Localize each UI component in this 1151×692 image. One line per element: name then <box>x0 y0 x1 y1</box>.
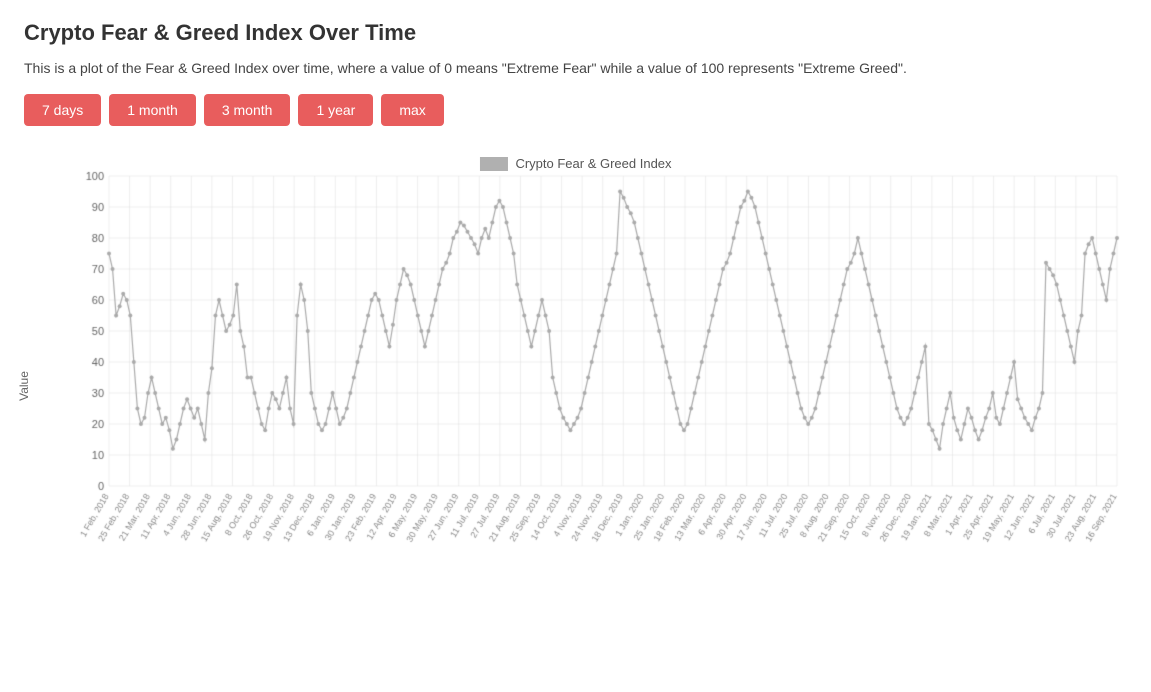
page-title: Crypto Fear & Greed Index Over Time <box>24 20 1127 46</box>
fear-greed-canvas <box>69 146 1127 566</box>
btn-3month[interactable]: 3 month <box>204 94 291 126</box>
btn-1year[interactable]: 1 year <box>298 94 373 126</box>
btn-max[interactable]: max <box>381 94 443 126</box>
chart-inner <box>69 146 1127 566</box>
btn-7days[interactable]: 7 days <box>24 94 101 126</box>
y-axis-label: Value <box>17 356 31 416</box>
btn-1month[interactable]: 1 month <box>109 94 196 126</box>
time-filter-group: 7 days 1 month 3 month 1 year max <box>24 94 1127 126</box>
page-description: This is a plot of the Fear & Greed Index… <box>24 60 1127 76</box>
chart-container: Crypto Fear & Greed Index Value <box>24 146 1127 626</box>
